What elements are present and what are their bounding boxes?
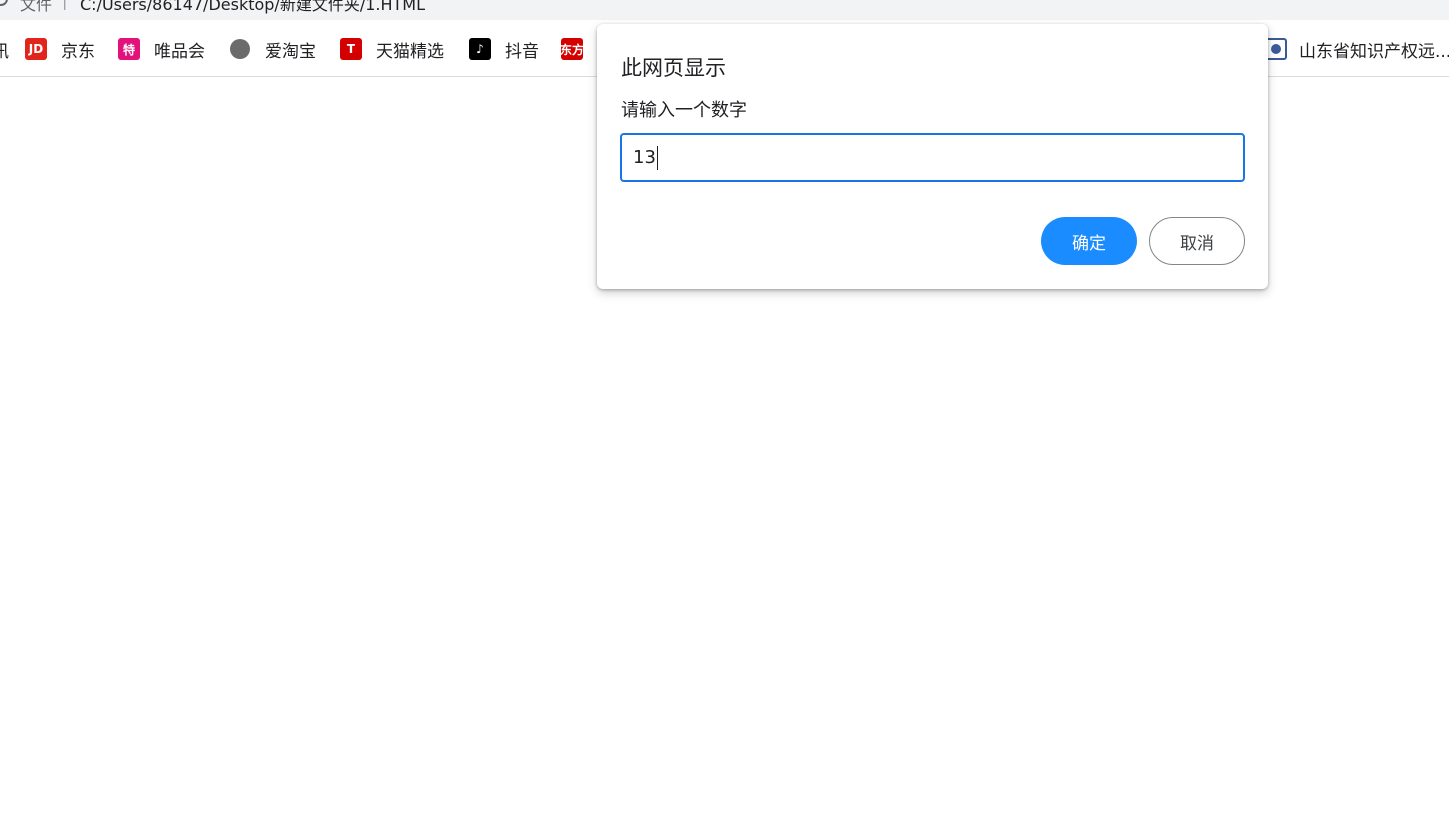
- bookmark-aitaobao[interactable]: 爱淘宝: [229, 37, 316, 62]
- aitaobao-icon: [229, 38, 251, 60]
- ok-button[interactable]: 确定: [1041, 217, 1137, 265]
- bookmark-label: 爱淘宝: [265, 41, 316, 62]
- bookmark-tmall[interactable]: T 天猫精选: [340, 37, 444, 62]
- bookmark-partial-label[interactable]: 讯: [0, 37, 9, 62]
- cancel-button[interactable]: 取消: [1149, 217, 1245, 265]
- vip-icon: 特: [118, 38, 140, 60]
- bookmark-douyin[interactable]: ♪ 抖音: [469, 37, 539, 62]
- bookmark-label: 京东: [61, 41, 95, 62]
- url-scheme-label: 文件: [20, 0, 53, 14]
- bookmark-shandong-ip[interactable]: 山东省知识产权远...: [1265, 37, 1449, 62]
- dialog-title: 此网页显示: [621, 56, 726, 80]
- bookmark-dongfang[interactable]: 东方: [560, 37, 597, 61]
- shandong-ip-icon: [1265, 38, 1287, 60]
- dongfang-icon: 东方: [560, 38, 584, 60]
- info-icon[interactable]: [0, 0, 8, 6]
- url-separator: |: [62, 0, 68, 10]
- prompt-input[interactable]: 13: [620, 133, 1245, 182]
- url-text[interactable]: C:/Users/86147/Desktop/新建文件夹/1.HTML: [80, 0, 425, 15]
- bookmark-vip[interactable]: 特 唯品会: [118, 37, 205, 62]
- prompt-input-value: 13: [633, 147, 656, 168]
- bookmark-label: 唯品会: [154, 41, 205, 62]
- dialog-message: 请输入一个数字: [621, 100, 747, 121]
- prompt-dialog: 此网页显示 请输入一个数字 13 确定 取消: [597, 24, 1268, 289]
- bookmark-label: 天猫精选: [376, 41, 444, 62]
- bookmark-jd[interactable]: JD 京东: [25, 37, 95, 62]
- bookmark-label: 山东省知识产权远...: [1299, 41, 1449, 62]
- text-caret: [656, 145, 658, 170]
- bookmark-label: 抖音: [505, 41, 539, 62]
- jd-icon: JD: [25, 38, 47, 60]
- tmall-icon: T: [340, 38, 362, 60]
- douyin-icon: ♪: [469, 38, 491, 60]
- address-bar[interactable]: 文件 | C:/Users/86147/Desktop/新建文件夹/1.HTML: [0, 0, 1449, 20]
